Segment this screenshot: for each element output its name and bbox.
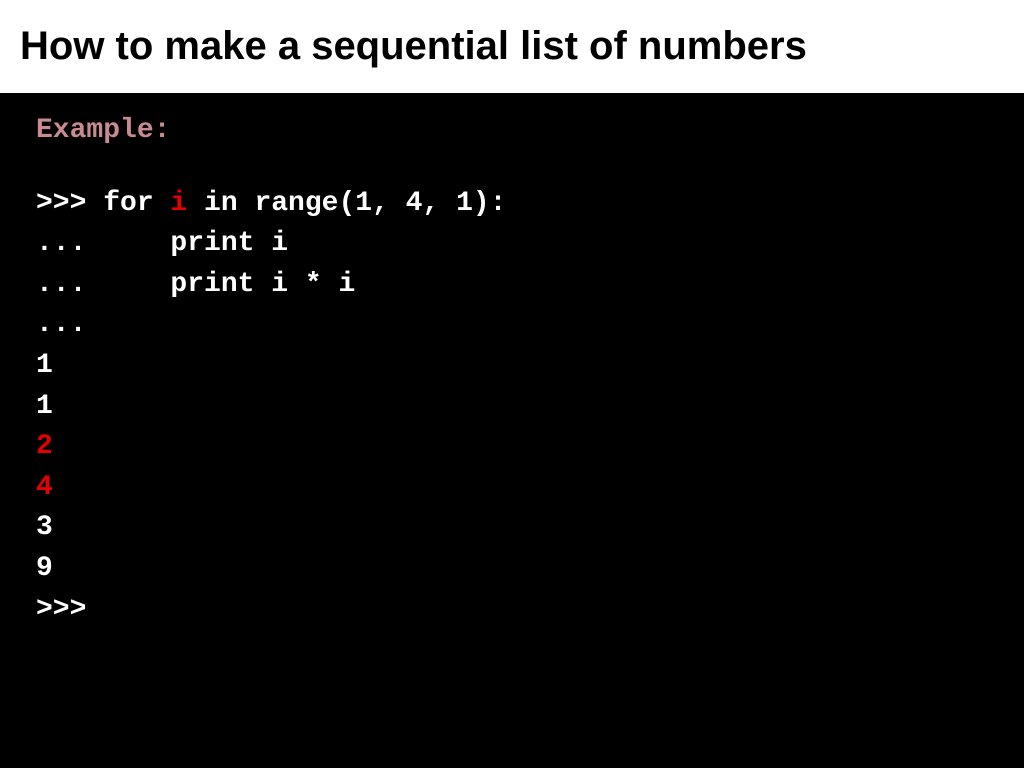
code-text: >>> for [36,188,170,219]
example-label: Example: [36,111,988,152]
code-line: ... print i * i [36,265,988,306]
title-bar: How to make a sequential list of numbers [0,0,1024,93]
code-text: in range(1, 4, 1): [187,188,506,219]
code-block: Example: >>> for i in range(1, 4, 1): ..… [0,93,1024,648]
code-line: ... [36,305,988,346]
output-line: 1 [36,387,988,428]
prompt-line: >>> [36,590,988,631]
output-line-highlight: 4 [36,468,988,509]
code-line: ... print i [36,224,988,265]
output-line: 1 [36,346,988,387]
loop-var-highlight: i [170,188,187,219]
output-line-highlight: 2 [36,427,988,468]
output-line: 3 [36,508,988,549]
page-title: How to make a sequential list of numbers [20,24,1004,69]
output-line: 9 [36,549,988,590]
code-line: >>> for i in range(1, 4, 1): [36,184,988,225]
